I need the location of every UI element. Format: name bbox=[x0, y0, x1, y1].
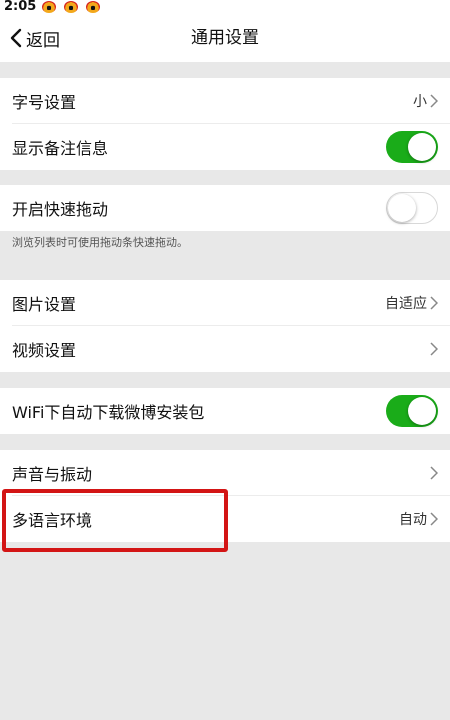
back-button[interactable]: 返回 bbox=[10, 14, 60, 62]
image-settings-label: 图片设置 bbox=[12, 295, 77, 314]
chevron-right-icon bbox=[430, 342, 438, 356]
language-row[interactable]: 多语言环境 自动 bbox=[0, 496, 450, 542]
show-remarks-row: 显示备注信息 bbox=[0, 124, 450, 170]
back-label: 返回 bbox=[26, 30, 60, 51]
sound-vibration-label: 声音与振动 bbox=[12, 465, 93, 484]
wifi-download-toggle[interactable] bbox=[386, 395, 438, 427]
chevron-right-icon bbox=[430, 512, 438, 526]
nav-bar: 返回 通用设置 bbox=[0, 14, 450, 62]
weibo-icon bbox=[42, 1, 57, 13]
video-settings-label: 视频设置 bbox=[12, 341, 77, 360]
toggle-knob bbox=[408, 133, 436, 161]
weibo-icon bbox=[86, 1, 101, 13]
show-remarks-label: 显示备注信息 bbox=[12, 139, 109, 158]
language-value: 自动 bbox=[399, 512, 427, 528]
show-remarks-toggle[interactable] bbox=[386, 131, 438, 163]
page-title: 通用设置 bbox=[191, 28, 259, 48]
quick-drag-toggle[interactable] bbox=[386, 192, 438, 224]
toggle-knob bbox=[408, 397, 436, 425]
font-size-row[interactable]: 字号设置 小 bbox=[0, 78, 450, 124]
weibo-icon bbox=[64, 1, 79, 13]
image-settings-value: 自适应 bbox=[385, 296, 427, 312]
wifi-download-row: WiFi下自动下载微博安装包 bbox=[0, 388, 450, 434]
quick-drag-hint: 浏览列表时可使用拖动条快速拖动。 bbox=[12, 236, 188, 249]
status-time: 2:05 bbox=[4, 0, 37, 14]
font-size-label: 字号设置 bbox=[12, 93, 77, 112]
toggle-knob bbox=[388, 194, 416, 222]
chevron-right-icon bbox=[430, 466, 438, 480]
video-settings-row[interactable]: 视频设置 bbox=[0, 326, 450, 372]
quick-drag-row: 开启快速拖动 bbox=[0, 185, 450, 231]
wifi-download-label: WiFi下自动下载微博安装包 bbox=[12, 403, 205, 422]
font-size-value: 小 bbox=[413, 94, 427, 110]
chevron-left-icon bbox=[10, 28, 22, 48]
status-bar: 2:05 bbox=[0, 0, 450, 14]
quick-drag-label: 开启快速拖动 bbox=[12, 200, 109, 219]
language-label: 多语言环境 bbox=[12, 511, 93, 530]
chevron-right-icon bbox=[430, 296, 438, 310]
chevron-right-icon bbox=[430, 94, 438, 108]
sound-vibration-row[interactable]: 声音与振动 bbox=[0, 450, 450, 496]
image-settings-row[interactable]: 图片设置 自适应 bbox=[0, 280, 450, 326]
